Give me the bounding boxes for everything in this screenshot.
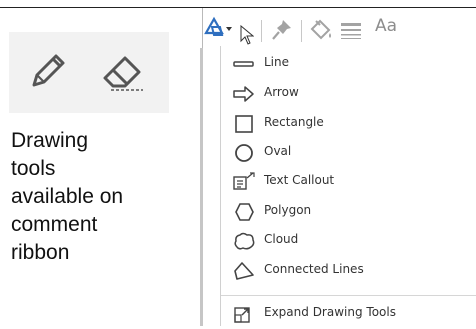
- eraser-icon: [97, 48, 149, 101]
- menu-item-line[interactable]: Line: [221, 50, 476, 78]
- font-format-button[interactable]: Aa: [375, 16, 397, 36]
- pencil-icon: [25, 48, 71, 99]
- fill-bucket-icon[interactable]: [308, 17, 334, 46]
- text-callout-icon: [233, 172, 255, 192]
- pin-icon[interactable]: [271, 18, 293, 47]
- menu-item-oval[interactable]: Oval: [221, 139, 476, 167]
- drawing-tools-icon[interactable]: [203, 15, 233, 46]
- cloud-icon: [233, 231, 255, 251]
- menu-item-rectangle[interactable]: Rectangle: [221, 110, 476, 138]
- drawing-tools-menu: Line Arrow Rectangle Oval Text Callout P…: [220, 46, 476, 326]
- line-weight-icon[interactable]: [340, 22, 362, 45]
- menu-item-arrow[interactable]: Arrow: [221, 80, 476, 108]
- scrollbar[interactable]: [200, 48, 203, 326]
- connected-lines-icon: [233, 261, 255, 281]
- menu-item-polygon[interactable]: Polygon: [221, 198, 476, 226]
- menu-item-connected-lines[interactable]: Connected Lines: [221, 257, 476, 285]
- line-icon: [233, 54, 255, 74]
- rectangle-icon: [233, 114, 255, 134]
- comment-toolbar: Aa: [203, 8, 476, 46]
- oval-icon: [233, 143, 255, 163]
- menu-item-cloud[interactable]: Cloud: [221, 227, 476, 255]
- menu-item-text-callout[interactable]: Text Callout: [221, 168, 476, 196]
- menu-item-expand-drawing-tools[interactable]: Expand Drawing Tools: [221, 300, 476, 328]
- caption-text: Drawing tools available on comment ribbo…: [11, 129, 124, 264]
- toolbar-separator: [301, 20, 302, 42]
- arrow-icon: [233, 84, 255, 104]
- toolbar-separator: [261, 20, 262, 42]
- drawing-tools-preview: [9, 32, 169, 113]
- expand-icon: [233, 304, 255, 324]
- polygon-icon: [233, 202, 255, 222]
- menu-separator: [221, 295, 476, 296]
